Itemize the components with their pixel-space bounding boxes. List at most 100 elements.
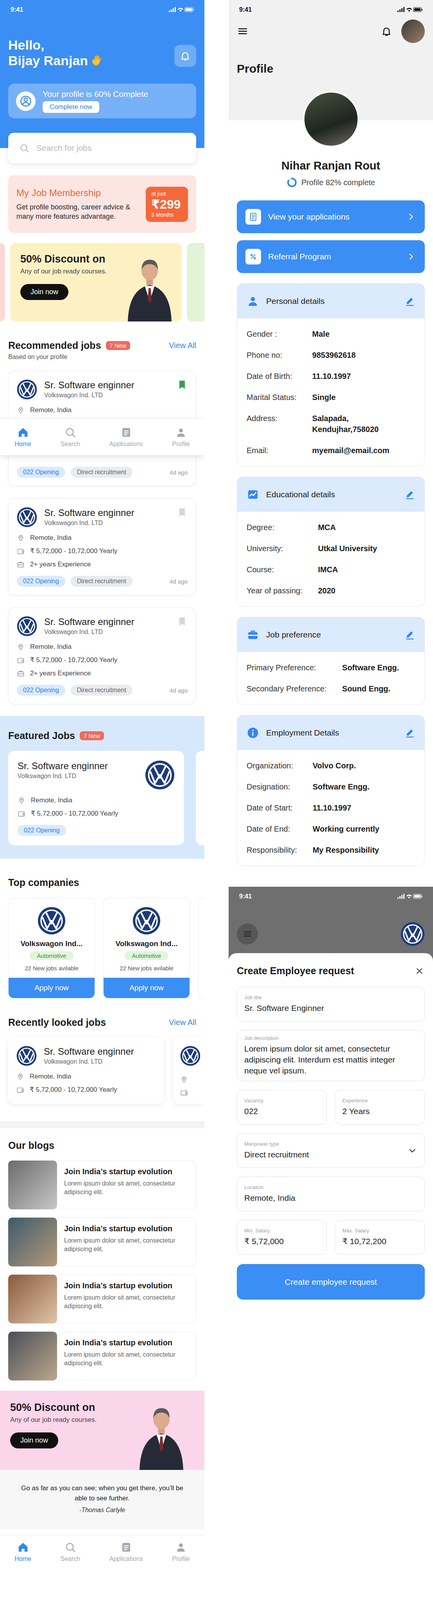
quote-author: -Thomas Carlyle [18,1507,186,1515]
close-button[interactable]: × [413,964,425,978]
job-card[interactable]: Sr. Software enginnerVolkswagon Ind. LTD… [8,607,197,705]
notification-button[interactable] [381,25,392,37]
next-recent-card[interactable] [173,1037,205,1105]
profile-action-button[interactable]: View your applications [236,200,425,234]
field-label: Year of passing: [246,585,303,597]
job-head-text: Sr. Software enginnerVolkswagon Ind. LTD [44,616,170,636]
volkswagen-logo-icon [16,379,38,400]
bookmark-button[interactable] [176,379,188,392]
job-card[interactable]: Sr. Software enginnerVolkswagon Ind. LTD… [8,370,197,420]
blog-item[interactable]: Join India’s startup evolutionLorem ipsu… [8,1332,197,1382]
select-field[interactable]: Manpower typeDirect recruitment [236,1133,425,1169]
next-featured-card[interactable] [195,751,205,846]
view-all-link[interactable]: View All [168,341,197,351]
section-header: Personal details [237,283,425,319]
recent-header: Recently looked jobsView All [8,1017,197,1029]
text-field[interactable]: Job titleSr. Software Enginner [236,987,425,1022]
previous-slide[interactable] [0,243,6,322]
field-value: Male [312,328,416,340]
form-row: Manpower typeDirect recruitment [236,1133,425,1169]
job-card-footer[interactable]: 022 OpeningDirect recruitment4d ago [8,455,197,487]
tab-bar-item[interactable]: Applications [109,1542,144,1564]
view-all-link[interactable]: View All [168,1018,197,1028]
job-head: Sr. Software enginnerVolkswagon Ind. LTD [17,760,175,791]
status-time: 9:41 [239,6,252,14]
promo-card[interactable]: 50% Discount onAny of our job ready cour… [10,243,182,322]
toolbar-actions [381,19,425,43]
recruitment-tag: Direct recruitment [70,685,133,697]
text-field[interactable]: Max. Salary₹ 10,72,200 [334,1220,425,1256]
dimmed-header: 9:41 [228,887,433,954]
tab-bar-item[interactable]: Applications [109,426,144,448]
field-label: Address: [246,413,297,435]
blog-item[interactable]: Join India’s startup evolutionLorem ipsu… [8,1275,197,1325]
bookmark-button[interactable] [176,616,188,629]
join-now-button[interactable]: Join now [20,284,69,301]
tab-bar-item[interactable]: Profile [171,426,190,448]
field-label: Date of Birth: [246,370,297,382]
create-request-button[interactable]: Create employee request [236,1264,425,1301]
job-card[interactable]: Sr. Software enginnerVolkswagon Ind. LTD… [8,498,197,596]
company-card[interactable]: Volkswagon Ind...Automotive22 New jobs a… [8,898,95,999]
field-content: Job titleSr. Software Enginner [244,994,418,1015]
edit-button[interactable] [404,629,416,641]
company-category: Automotive [29,951,74,961]
text-field[interactable]: LocationRemote, India [236,1177,425,1212]
field-value: 9853962618 [312,349,416,361]
apply-now-button[interactable]: Apply now [8,978,95,999]
field-content: Max. Salary₹ 10,72,200 [342,1228,418,1248]
recent-job-card[interactable]: Sr. Software enginnerVolkswagon Ind. LTD… [8,1037,164,1105]
menu-button[interactable] [236,25,249,38]
bookmark-button[interactable] [176,507,188,520]
user-avatar[interactable] [401,19,425,43]
tab-bar-item[interactable]: Search [60,1542,81,1564]
field-label: Location [244,1184,418,1191]
next-slide[interactable] [186,243,205,322]
price-label: at just [151,190,183,197]
profile-actions: View your applications Referral Program [236,200,425,274]
menu-icon [236,25,249,38]
text-field[interactable]: Job descriptionLorem ipsum dolor sit ame… [236,1030,425,1082]
field-value: 2 Years [342,1106,418,1118]
field-value: Working currently [312,823,416,835]
next-company-card[interactable] [198,898,205,999]
job-details: Remote, India₹ 5,72,000 - 10,72,000 Year… [16,532,188,571]
sheet-title: Create Employee request [236,965,355,977]
job-search-field[interactable]: Search for jobs [8,132,197,164]
notification-button[interactable] [174,44,197,67]
waving-hand-icon [90,53,104,68]
membership-card[interactable]: My Job MembershipGet profile boosting, c… [8,175,197,233]
tab-bar-item[interactable]: Home [14,426,32,448]
field-label: Manpower type [244,1141,404,1148]
bottom-promo-banner[interactable]: 50% Discount onAny of our job ready cour… [0,1391,205,1471]
text-field[interactable]: Experience2 Years [334,1090,425,1126]
profile-action-button[interactable]: Referral Program [236,240,425,274]
tab-bar-item[interactable]: Profile [171,1542,190,1564]
tab-bar-item[interactable]: Search [60,426,81,448]
featured-job-card[interactable]: Sr. Software enginnerVolkswagon Ind. LTD… [8,751,185,846]
opening-tag: 022 Opening [17,825,67,837]
tab-bar-item[interactable]: Home [14,1542,32,1564]
menu-button[interactable] [236,923,258,945]
edit-button[interactable] [404,489,416,500]
blog-item[interactable]: Join India’s startup evolutionLorem ipsu… [8,1218,197,1267]
tab-label: Applications [109,1556,144,1564]
text-field[interactable]: Vacancy022 [236,1090,327,1126]
field-value: 11.10.1997 [312,370,416,382]
pin-icon [17,796,26,805]
job-location: Remote, India [16,404,188,417]
text-field[interactable]: Min. Salary₹ 5,72,000 [236,1220,327,1256]
person-icon [175,426,187,439]
edit-button[interactable] [404,728,416,739]
section-header: Job preference [237,617,425,653]
complete-now-button[interactable]: Complete now [42,101,100,113]
action-label: Referral Program [268,252,400,262]
status-bar: 9:41 [8,0,197,20]
company-card[interactable]: Volkswagon Ind...Automotive22 New jobs a… [103,898,190,999]
join-now-button[interactable]: Join now [10,1433,59,1450]
apply-now-button[interactable]: Apply now [103,978,190,999]
blog-photo [8,1218,58,1267]
blog-item[interactable]: Join India’s startup evolutionLorem ipsu… [8,1161,197,1210]
field-content: Min. Salary₹ 5,72,000 [244,1228,320,1248]
edit-button[interactable] [404,296,416,307]
